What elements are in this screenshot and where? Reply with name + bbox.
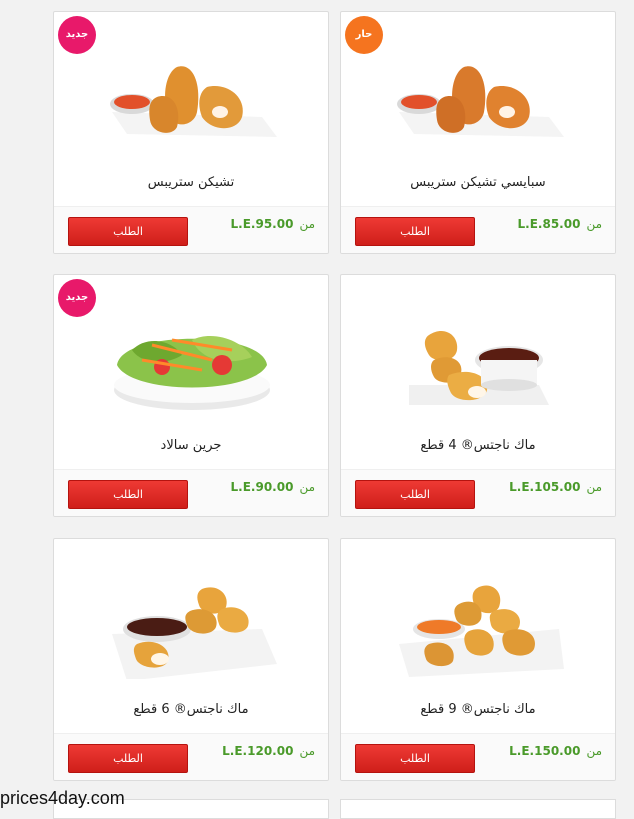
new-badge: جديد xyxy=(58,279,96,317)
product-card[interactable]: ماك ناجتس® 4 قطع الطلب من L.E.105.00 xyxy=(340,274,616,517)
price-prefix: من xyxy=(586,744,602,758)
card-footer: الطلب من L.E.150.00 xyxy=(341,733,615,780)
price-prefix: من xyxy=(586,480,602,494)
new-badge: جديد xyxy=(58,16,96,54)
product-card[interactable]: ماك ناجتس® 9 قطع الطلب من L.E.150.00 xyxy=(340,538,616,781)
price-value: L.E.90.00 xyxy=(230,480,294,494)
order-button[interactable]: الطلب xyxy=(68,744,188,773)
product-card[interactable]: جديد تشيكن ستريبس الطلب من L.E.95.00 xyxy=(53,11,329,254)
product-name: جرين سالاد xyxy=(160,438,222,453)
order-button[interactable]: الطلب xyxy=(355,217,475,246)
product-price: من L.E.85.00 xyxy=(518,217,602,231)
price-value: L.E.150.00 xyxy=(509,744,581,758)
product-card[interactable]: ماك ناجتس® 6 قطع الطلب من L.E.120.00 xyxy=(53,538,329,781)
card-footer: الطلب من L.E.95.00 xyxy=(54,206,328,253)
price-value: L.E.105.00 xyxy=(509,480,581,494)
price-value: L.E.120.00 xyxy=(222,744,294,758)
card-footer: الطلب من L.E.105.00 xyxy=(341,469,615,516)
order-button[interactable]: الطلب xyxy=(68,217,188,246)
price-prefix: من xyxy=(586,217,602,231)
product-name: سبايسي تشيكن ستريبس xyxy=(410,175,546,190)
order-button[interactable]: الطلب xyxy=(355,480,475,509)
product-price: من L.E.150.00 xyxy=(509,744,602,758)
product-price: من L.E.120.00 xyxy=(222,744,315,758)
product-name: ماك ناجتس® 9 قطع xyxy=(420,702,536,717)
card-footer: الطلب من L.E.85.00 xyxy=(341,206,615,253)
product-card[interactable]: جديد جرين سالاد الطلب من L.E.90.00 xyxy=(53,274,329,517)
product-price: من L.E.95.00 xyxy=(231,217,315,231)
card-footer: الطلب من L.E.90.00 xyxy=(54,469,328,516)
watermark: prices4day.com xyxy=(0,788,125,808)
price-prefix: من xyxy=(299,217,315,231)
price-value: L.E.95.00 xyxy=(230,217,294,231)
product-image[interactable] xyxy=(341,539,615,689)
product-card[interactable]: حار سبايسي تشيكن ستريبس الطلب من L.E.85.0… xyxy=(340,11,616,254)
product-name: تشيكن ستريبس xyxy=(147,175,235,190)
price-prefix: من xyxy=(299,480,315,494)
product-name: ماك ناجتس® 6 قطع xyxy=(133,702,249,717)
product-price: من L.E.105.00 xyxy=(509,480,602,494)
product-image[interactable] xyxy=(54,539,328,689)
product-name: ماك ناجتس® 4 قطع xyxy=(420,438,536,453)
hot-badge: حار xyxy=(345,16,383,54)
price-prefix: من xyxy=(299,744,315,758)
product-price: من L.E.90.00 xyxy=(231,480,315,494)
product-image[interactable] xyxy=(341,275,615,425)
price-value: L.E.85.00 xyxy=(517,217,581,231)
order-button[interactable]: الطلب xyxy=(68,480,188,509)
product-card-partial xyxy=(340,799,616,819)
card-footer: الطلب من L.E.120.00 xyxy=(54,733,328,780)
order-button[interactable]: الطلب xyxy=(355,744,475,773)
